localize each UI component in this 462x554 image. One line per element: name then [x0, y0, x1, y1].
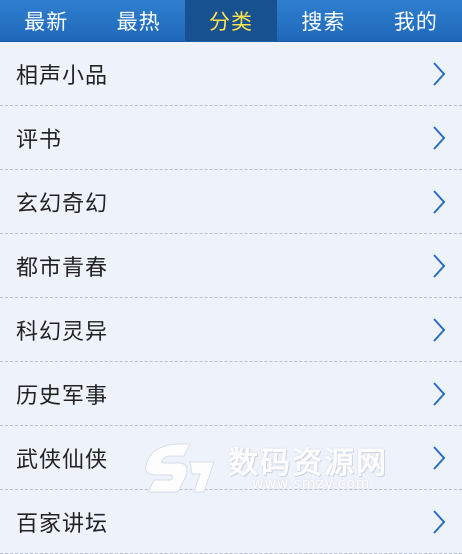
category-label: 相声小品 — [16, 63, 109, 89]
category-item-lecture-room[interactable]: 百家讲坛 — [0, 490, 462, 554]
category-item-wuxia-xianxia[interactable]: 武侠仙侠 — [0, 426, 462, 490]
chevron-right-icon — [430, 315, 448, 345]
chevron-right-icon — [430, 443, 448, 473]
category-item-crosstalk[interactable]: 相声小品 — [0, 42, 462, 106]
tab-mine[interactable]: 我的 — [370, 0, 462, 41]
tab-hottest[interactable]: 最热 — [92, 0, 184, 41]
category-item-scifi-supernatural[interactable]: 科幻灵异 — [0, 298, 462, 362]
category-item-urban-youth[interactable]: 都市青春 — [0, 234, 462, 298]
category-label: 科幻灵异 — [16, 319, 109, 345]
chevron-right-icon — [430, 379, 448, 409]
category-label: 百家讲坛 — [16, 511, 109, 537]
category-label: 都市青春 — [16, 255, 109, 281]
category-label: 历史军事 — [16, 383, 109, 409]
chevron-right-icon — [430, 123, 448, 153]
chevron-right-icon — [430, 59, 448, 89]
chevron-right-icon — [430, 507, 448, 537]
tab-latest[interactable]: 最新 — [0, 0, 92, 41]
category-list: 相声小品 评书 玄幻奇幻 都市青春 科幻灵异 历史军事 武侠仙侠 百家讲坛 — [0, 42, 462, 554]
tab-categories[interactable]: 分类 — [184, 0, 278, 41]
category-label: 武侠仙侠 — [16, 447, 109, 473]
category-item-fantasy[interactable]: 玄幻奇幻 — [0, 170, 462, 234]
category-label: 玄幻奇幻 — [16, 191, 109, 217]
chevron-right-icon — [430, 187, 448, 217]
top-navigation: 最新 最热 分类 搜索 我的 — [0, 0, 462, 42]
tab-search[interactable]: 搜索 — [277, 0, 369, 41]
category-item-storytelling[interactable]: 评书 — [0, 106, 462, 170]
category-label: 评书 — [16, 127, 63, 153]
chevron-right-icon — [430, 251, 448, 281]
category-item-history-military[interactable]: 历史军事 — [0, 362, 462, 426]
